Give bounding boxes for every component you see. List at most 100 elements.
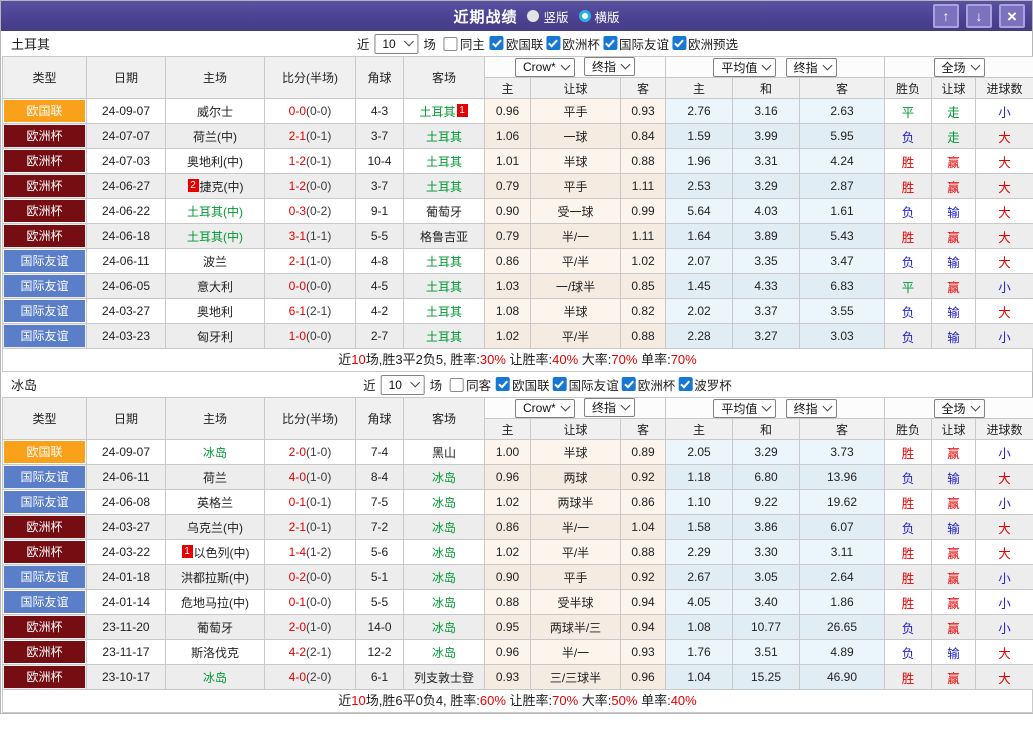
odds-time-select[interactable]: 终指 <box>584 57 635 76</box>
col-header-corner: 角球 <box>356 57 404 99</box>
crow-odds-cell: 0.90 <box>485 565 531 590</box>
match-type-cell: 欧洲杯 <box>3 640 87 665</box>
avg-time-select[interactable]: 终指 <box>786 399 837 418</box>
arrow-up-icon: ↑ <box>943 9 950 23</box>
away-team-cell: 土耳其 <box>404 124 485 149</box>
average-select[interactable]: 平均值 <box>713 58 776 77</box>
match-row: 国际友谊24-03-27奥地利6-1(2-1)4-2土耳其1.08半球0.822… <box>3 299 1033 324</box>
avg-odds-cell: 6.07 <box>800 515 885 540</box>
result-cell: 赢 <box>932 490 976 515</box>
match-type-cell: 欧洲杯 <box>3 224 87 249</box>
crow-odds-cell: 半球 <box>531 299 621 324</box>
away-team-cell: 葡萄牙 <box>404 199 485 224</box>
crow-odds-cell: 0.94 <box>621 615 666 640</box>
odds-time-select[interactable]: 终指 <box>584 398 635 417</box>
league-checkbox[interactable]: 欧洲预选 <box>672 34 738 53</box>
corner-cell: 6-1 <box>356 665 404 690</box>
crow-odds-cell: 两球 <box>531 465 621 490</box>
horizontal-layout-radio[interactable]: 横版 <box>579 7 620 26</box>
league-checkbox[interactable]: 欧洲杯 <box>622 375 676 394</box>
full-match-select[interactable]: 全场 <box>934 399 985 418</box>
avg-time-select[interactable]: 终指 <box>786 58 837 77</box>
avg-odds-cell: 6.83 <box>800 274 885 299</box>
bookmaker-select[interactable]: Crow* <box>515 58 575 77</box>
result-cell: 负 <box>885 299 932 324</box>
chevron-down-icon <box>762 60 772 70</box>
crow-odds-cell: 0.92 <box>621 465 666 490</box>
home-team-cell: 危地马拉(中) <box>166 590 265 615</box>
rank-badge: 1 <box>182 545 193 558</box>
score-cell: 4-0(2-0) <box>265 665 356 690</box>
full-match-select[interactable]: 全场 <box>934 58 985 77</box>
vertical-layout-radio[interactable]: 竖版 <box>527 7 568 26</box>
result-cell: 输 <box>932 640 976 665</box>
crow-odds-cell: 0.96 <box>485 640 531 665</box>
crow-odds-cell: 0.96 <box>485 465 531 490</box>
result-cell: 赢 <box>932 590 976 615</box>
result-cell: 负 <box>885 324 932 349</box>
chevron-down-icon <box>560 60 570 70</box>
score-cell: 1-0(0-0) <box>265 324 356 349</box>
avg-odds-cell: 2.67 <box>666 565 733 590</box>
sub-header-avg-home: 主 <box>666 78 733 99</box>
close-button[interactable]: × <box>999 4 1025 28</box>
match-date-cell: 24-06-08 <box>87 490 166 515</box>
score-cell: 0-1(0-1) <box>265 490 356 515</box>
league-checkbox[interactable]: 国际友谊 <box>603 34 669 53</box>
result-cell: 小 <box>976 615 1033 640</box>
league-checkbox[interactable]: 波罗杯 <box>678 375 732 394</box>
match-date-cell: 24-06-11 <box>87 249 166 274</box>
match-type-cell: 欧洲杯 <box>3 665 87 690</box>
avg-odds-cell: 2.87 <box>800 174 885 199</box>
crow-odds-cell: 0.88 <box>485 590 531 615</box>
match-type-cell: 国际友谊 <box>3 590 87 615</box>
match-type-cell: 欧洲杯 <box>3 615 87 640</box>
crow-odds-cell: 1.00 <box>485 440 531 465</box>
avg-odds-cell: 13.96 <box>800 465 885 490</box>
same-venue-checkbox[interactable]: 同主 <box>444 34 485 53</box>
away-team-cell: 格鲁吉亚 <box>404 224 485 249</box>
league-checkbox[interactable]: 欧洲杯 <box>546 34 600 53</box>
match-date-cell: 24-01-14 <box>87 590 166 615</box>
match-count-select[interactable]: 10 <box>374 34 418 54</box>
avg-odds-cell: 9.22 <box>733 490 800 515</box>
avg-odds-cell: 2.76 <box>666 99 733 124</box>
crow-odds-cell: 0.85 <box>621 274 666 299</box>
league-filters: 欧国联国际友谊欧洲杯波罗杯 <box>493 375 732 395</box>
crow-odds-cell: 半球 <box>531 440 621 465</box>
avg-odds-cell: 6.80 <box>733 465 800 490</box>
same-venue-checkbox[interactable]: 同客 <box>450 375 491 394</box>
crow-odds-cell: 受一球 <box>531 199 621 224</box>
scroll-down-button[interactable]: ↓ <box>966 4 992 28</box>
away-team-cell: 冰岛 <box>404 565 485 590</box>
league-checkbox[interactable]: 欧国联 <box>496 375 550 394</box>
match-type-cell: 国际友谊 <box>3 565 87 590</box>
average-select[interactable]: 平均值 <box>713 399 776 418</box>
crow-odds-cell: 1.02 <box>485 324 531 349</box>
match-count-select[interactable]: 10 <box>381 375 425 395</box>
crow-odds-cell: 1.03 <box>485 274 531 299</box>
scroll-up-button[interactable]: ↑ <box>933 4 959 28</box>
away-team-cell: 列支敦士登 <box>404 665 485 690</box>
near-label: 近 <box>363 375 376 394</box>
away-team-cell: 黑山 <box>404 440 485 465</box>
crow-odds-cell: 平手 <box>531 99 621 124</box>
chevron-down-icon <box>410 378 420 388</box>
match-type-cell: 欧国联 <box>3 99 87 124</box>
away-team-cell: 土耳其 <box>404 299 485 324</box>
sub-header-avg-away: 客 <box>800 78 885 99</box>
league-checkbox[interactable]: 欧国联 <box>490 34 544 53</box>
crow-odds-cell: 1.11 <box>621 174 666 199</box>
avg-odds-cell: 1.45 <box>666 274 733 299</box>
match-row: 欧国联24-09-07冰岛2-0(1-0)7-4黑山1.00半球0.892.05… <box>3 440 1033 465</box>
home-team-cell: 波兰 <box>166 249 265 274</box>
results-table: 类型 日期 主场 比分(半场) 角球 客场 Crow* 终指 平均值 终指 <box>2 56 1033 349</box>
sub-header-odds-away: 客 <box>621 78 666 99</box>
match-row: 欧洲杯24-06-18土耳其(中)3-1(1-1)5-5格鲁吉亚0.79半/一1… <box>3 224 1033 249</box>
bookmaker-select[interactable]: Crow* <box>515 399 575 418</box>
home-team-cell: 洪都拉斯(中) <box>166 565 265 590</box>
league-checkbox[interactable]: 国际友谊 <box>553 375 619 394</box>
match-type-cell: 国际友谊 <box>3 465 87 490</box>
sub-header-avg-home: 主 <box>666 419 733 440</box>
header-group-row: 类型 日期 主场 比分(半场) 角球 客场 Crow* 终指 平均值 终指 <box>3 398 1033 419</box>
